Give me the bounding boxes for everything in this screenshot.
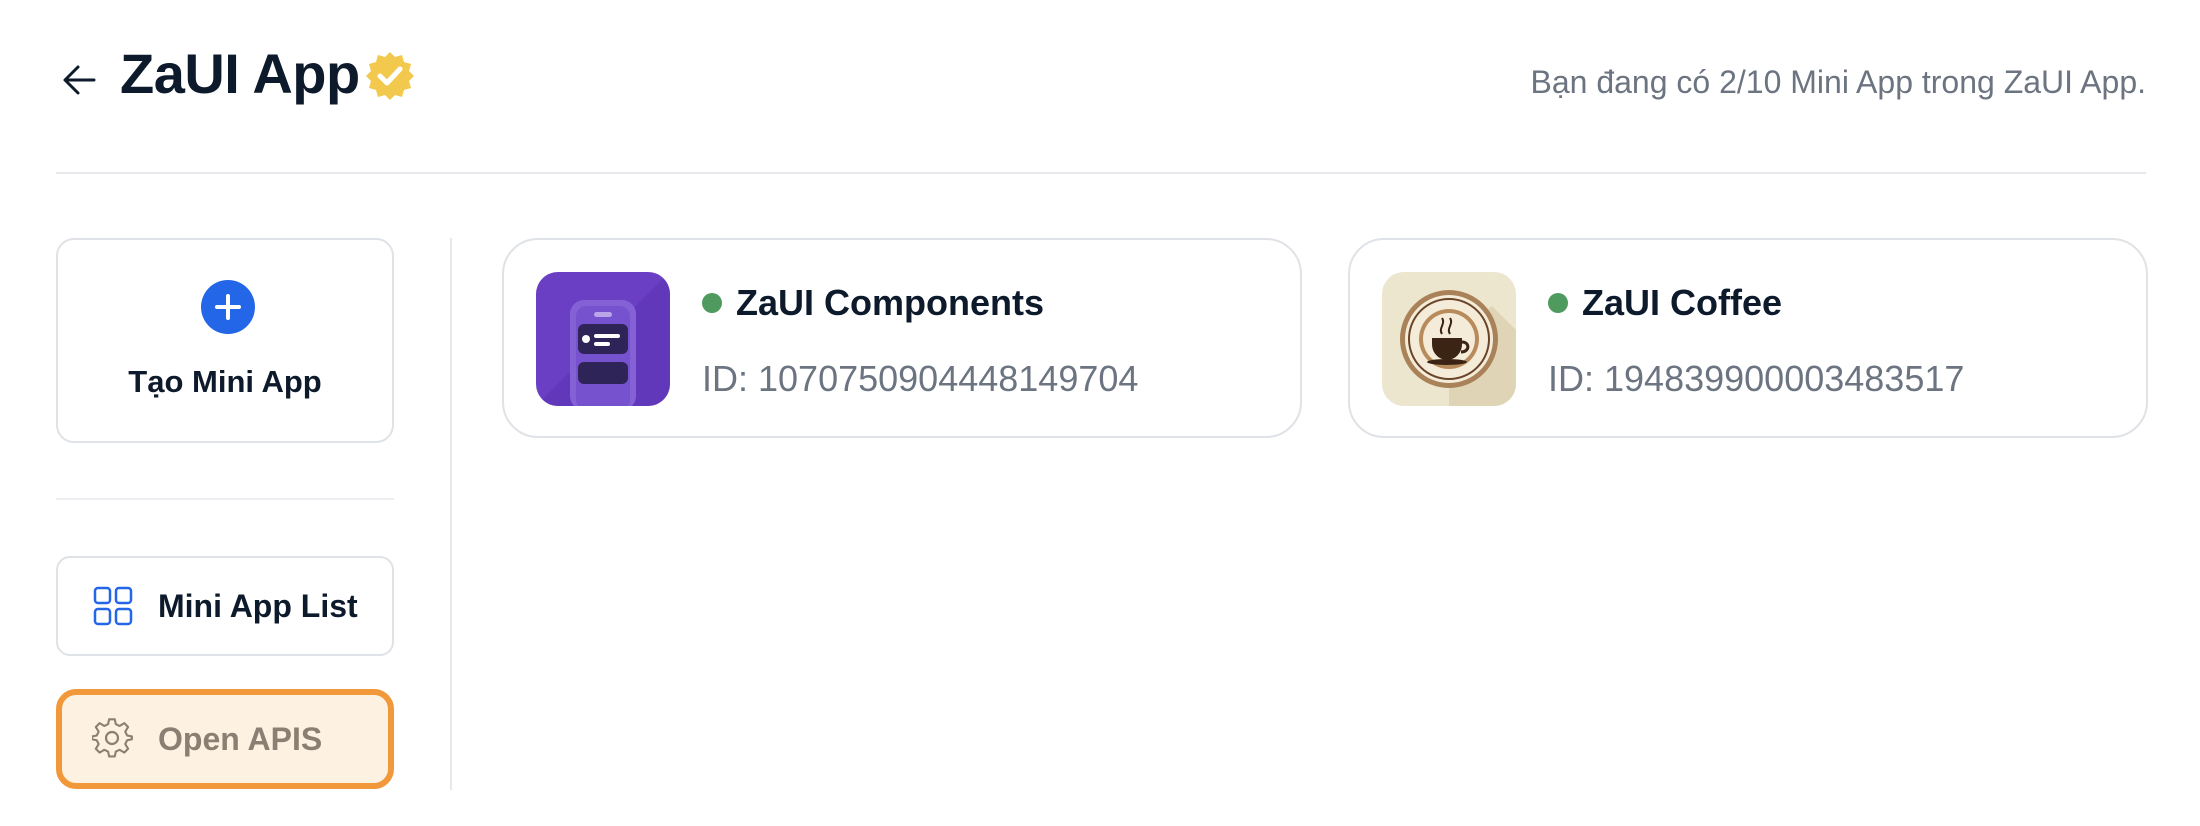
- app-id: ID: 194839900003483517: [1548, 358, 1965, 399]
- sidebar-item-mini-app-list[interactable]: Mini App List: [56, 556, 394, 656]
- mini-app-card[interactable]: ZaUI Components ID: 1070750904448149704: [502, 238, 1302, 438]
- coffee-app-icon: [1382, 272, 1516, 406]
- app-name: ZaUI Components: [736, 282, 1045, 323]
- sidebar-vertical-divider: [450, 238, 452, 790]
- back-arrow-icon[interactable]: [56, 56, 104, 104]
- header-divider: [56, 172, 2146, 174]
- plus-icon: [201, 280, 255, 334]
- create-mini-app-button[interactable]: Tạo Mini App: [56, 238, 394, 443]
- online-status-dot: [1548, 293, 1568, 313]
- components-app-icon: [536, 272, 670, 406]
- mini-app-quota-text: Bạn đang có 2/10 Mini App trong ZaUI App…: [1530, 64, 2146, 100]
- gear-icon: [92, 718, 134, 760]
- grid-icon: [92, 585, 134, 627]
- online-status-dot: [702, 293, 722, 313]
- sidebar-item-label: Open APIS: [158, 720, 323, 757]
- app-id: ID: 1070750904448149704: [702, 358, 1139, 399]
- sidebar-divider: [56, 498, 394, 500]
- page-title: ZaUI App: [120, 42, 360, 105]
- verified-badge-icon: [364, 50, 416, 102]
- mini-app-card[interactable]: ZaUI Coffee ID: 194839900003483517: [1348, 238, 2148, 438]
- page-header: ZaUI App Bạn đang có 2/10 Mini App trong…: [56, 36, 2146, 136]
- app-name: ZaUI Coffee: [1582, 282, 1783, 323]
- sidebar-item-label: Mini App List: [158, 587, 358, 624]
- create-mini-app-label: Tạo Mini App: [128, 364, 322, 399]
- sidebar-item-open-apis[interactable]: Open APIS: [56, 689, 394, 789]
